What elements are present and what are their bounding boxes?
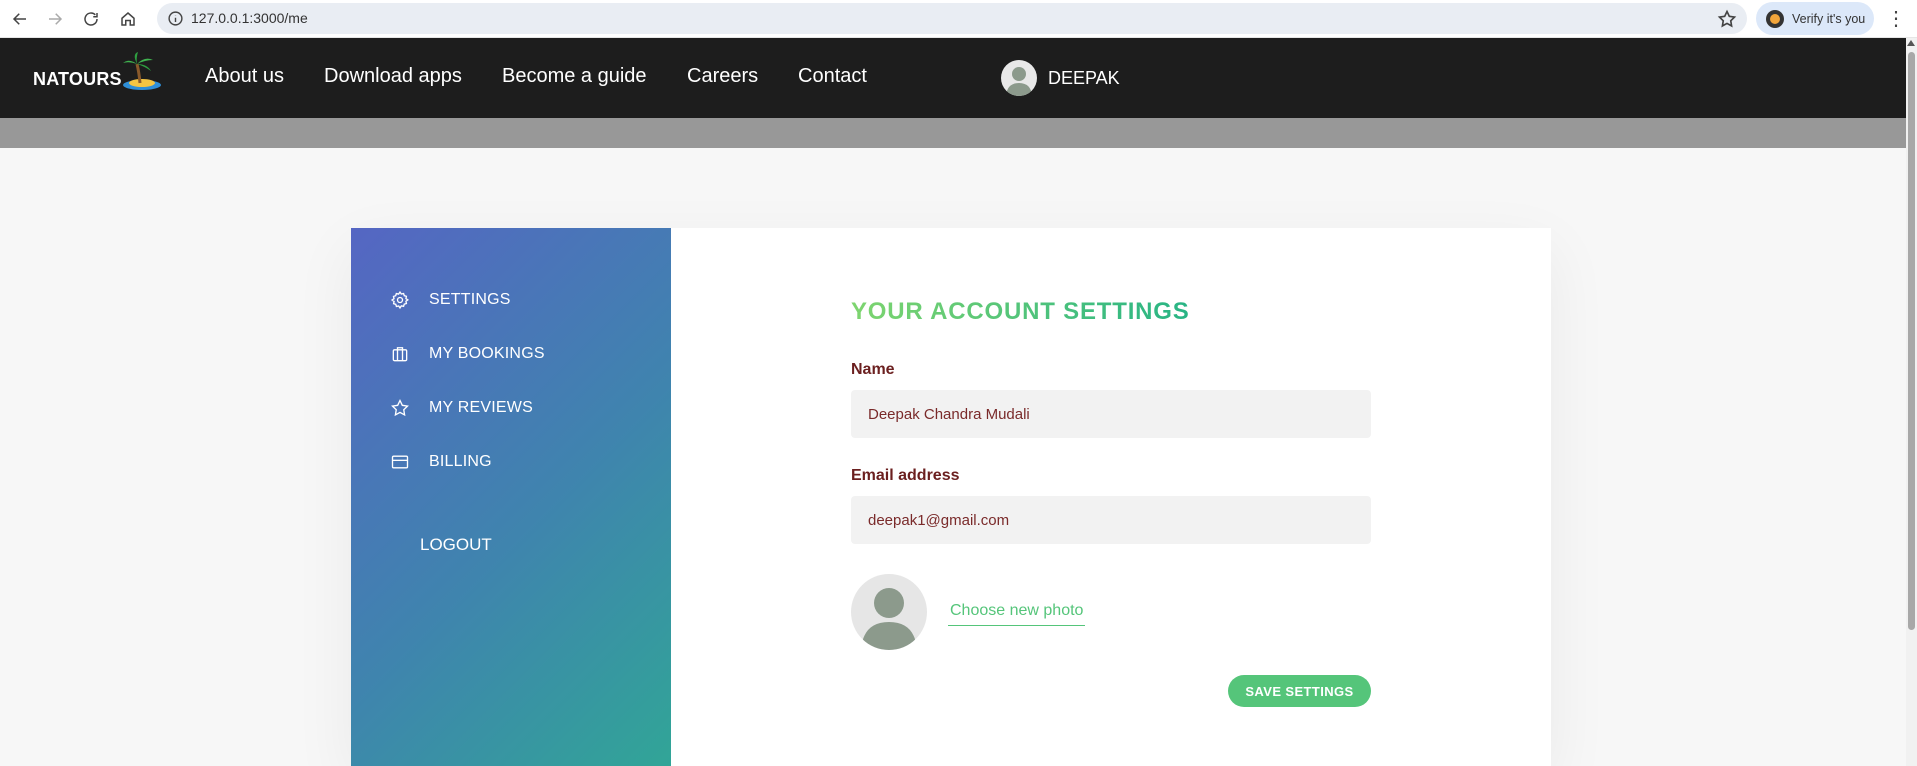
user-photo: [851, 574, 927, 650]
forward-icon[interactable]: [42, 6, 68, 32]
logout-link[interactable]: LOGOUT: [420, 535, 492, 555]
back-icon[interactable]: [7, 6, 33, 32]
avatar: [1001, 60, 1037, 96]
reload-icon[interactable]: [78, 6, 104, 32]
logo-text: NATOURS: [33, 68, 122, 89]
page-title: YOUR ACCOUNT SETTINGS: [851, 298, 1190, 325]
verify-label: Verify it's you: [1792, 11, 1866, 26]
briefcase-icon: [392, 347, 408, 362]
sidebar-item-label: MY REVIEWS: [429, 399, 533, 416]
nav-download-apps[interactable]: Download apps: [324, 65, 462, 88]
nav-contact[interactable]: Contact: [798, 65, 867, 88]
account-sidebar: SETTINGS MY BOOKINGS MY REVIEWS BILLING …: [351, 228, 671, 766]
name-label: Name: [851, 361, 895, 378]
site-header: NATOURS About us Download apps Become a …: [0, 38, 1906, 118]
sidebar-item-label: BILLING: [429, 453, 492, 470]
star-icon: [391, 398, 409, 417]
browser-toolbar: 127.0.0.1:3000/me Verify it's you ⋮: [0, 0, 1917, 38]
sidebar-item-billing[interactable]: BILLING: [390, 452, 492, 472]
nav-become-a-guide[interactable]: Become a guide: [502, 65, 647, 88]
save-settings-button[interactable]: SAVE SETTINGS: [1228, 675, 1371, 707]
user-name: DEEPAK: [1048, 67, 1120, 88]
nav-about-us[interactable]: About us: [205, 65, 284, 88]
home-icon[interactable]: [115, 6, 141, 32]
palm-island-icon: [122, 52, 161, 90]
scroll-up-arrow-icon[interactable]: [1907, 40, 1915, 46]
credit-card-icon: [391, 455, 409, 469]
sidebar-item-my-reviews[interactable]: MY REVIEWS: [390, 398, 533, 418]
user-menu[interactable]: DEEPAK: [1001, 60, 1120, 96]
email-field[interactable]: [851, 496, 1371, 544]
profile-icon: [1766, 9, 1784, 28]
bookmark-star-icon[interactable]: [1717, 9, 1737, 29]
sidebar-item-settings[interactable]: SETTINGS: [390, 290, 511, 310]
nav-careers[interactable]: Careers: [687, 65, 758, 88]
header-divider-band: [0, 118, 1906, 148]
site-info-icon[interactable]: [167, 10, 184, 27]
choose-photo-link[interactable]: Choose new photo: [948, 602, 1086, 626]
settings-panel: YOUR ACCOUNT SETTINGS Name Email address…: [671, 228, 1551, 766]
address-bar[interactable]: 127.0.0.1:3000/me: [157, 3, 1747, 34]
page-scrollbar[interactable]: [1906, 38, 1917, 766]
sidebar-item-label: SETTINGS: [429, 291, 511, 308]
browser-menu-icon[interactable]: ⋮: [1886, 6, 1906, 32]
natours-logo[interactable]: NATOURS: [33, 52, 162, 92]
email-label: Email address: [851, 467, 960, 484]
name-field[interactable]: [851, 390, 1371, 438]
verify-profile-button[interactable]: Verify it's you: [1756, 2, 1874, 35]
sidebar-item-my-bookings[interactable]: MY BOOKINGS: [390, 344, 545, 364]
sidebar-item-label: MY BOOKINGS: [429, 345, 545, 362]
gear-icon: [390, 290, 410, 310]
url-text: 127.0.0.1:3000/me: [191, 10, 308, 26]
scrollbar-thumb[interactable]: [1908, 52, 1915, 630]
account-card: SETTINGS MY BOOKINGS MY REVIEWS BILLING …: [351, 228, 1551, 766]
